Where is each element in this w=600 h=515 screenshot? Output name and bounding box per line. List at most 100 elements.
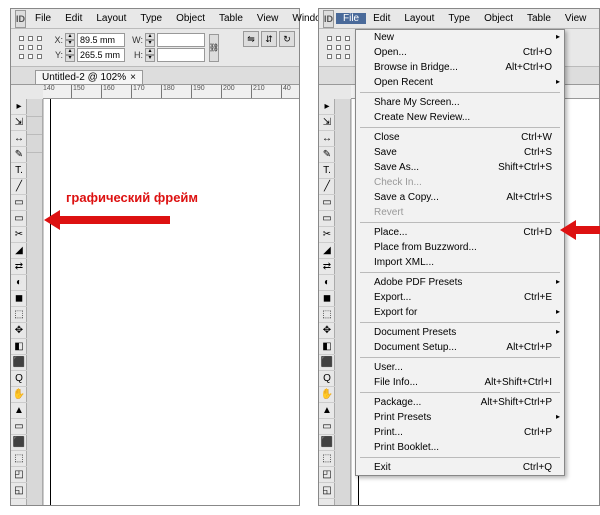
tool-18[interactable]: ✋ [11,387,27,403]
menu-item-package[interactable]: Package...Alt+Shift+Ctrl+P [356,395,564,410]
menu-item-exit[interactable]: ExitCtrl+Q [356,460,564,475]
tool-4[interactable]: T. [11,163,27,179]
tool-3[interactable]: ✎ [319,147,335,163]
menu-item-save-as[interactable]: Save As...Shift+Ctrl+S [356,160,564,175]
document-tab[interactable]: Untitled-2 @ 102% × [35,70,143,84]
y-stepper[interactable]: ▴▾ [65,48,75,62]
tool-7[interactable]: ▭ [11,211,27,227]
rotate-icon[interactable]: ↻ [279,31,295,47]
tool-22[interactable]: ⬚ [11,451,27,467]
tool-8[interactable]: ✂ [319,227,335,243]
menu-item-place-from-buzzword[interactable]: Place from Buzzword... [356,240,564,255]
menu-table[interactable]: Table [520,13,558,24]
tool-12[interactable]: ◼ [319,291,335,307]
menu-view[interactable]: View [558,13,594,24]
w-input[interactable] [157,33,205,47]
y-input[interactable] [77,48,125,62]
menu-table[interactable]: Table [212,13,250,24]
tool-6[interactable]: ▭ [319,195,335,211]
menu-item-close[interactable]: CloseCtrl+W [356,130,564,145]
w-stepper[interactable]: ▴▾ [145,33,155,47]
menu-item-print-presets[interactable]: Print Presets▸ [356,410,564,425]
tool-23[interactable]: ◰ [11,467,27,483]
menu-item-print[interactable]: Print...Ctrl+P [356,425,564,440]
mini-panel-icon[interactable] [27,99,42,117]
menu-layout[interactable]: Layout [397,13,441,24]
menu-winc[interactable]: Winc [593,13,600,24]
menu-item-browse-in-bridge[interactable]: Browse in Bridge...Alt+Ctrl+O [356,60,564,75]
menu-file[interactable]: File [28,13,58,24]
tool-14[interactable]: ✥ [11,323,27,339]
tool-5[interactable]: ╱ [11,179,27,195]
menu-item-adobe-pdf-presets[interactable]: Adobe PDF Presets▸ [356,275,564,290]
close-tab-icon[interactable]: × [130,72,136,83]
tool-20[interactable]: ▭ [319,419,335,435]
menu-type[interactable]: Type [133,13,169,24]
tool-4[interactable]: T. [319,163,335,179]
menu-object[interactable]: Object [477,13,520,24]
tool-19[interactable]: ▲ [11,403,27,419]
tool-9[interactable]: ◢ [11,243,27,259]
tool-5[interactable]: ╱ [319,179,335,195]
x-stepper[interactable]: ▴▾ [65,33,75,47]
menu-item-document-presets[interactable]: Document Presets▸ [356,325,564,340]
menu-item-share-my-screen[interactable]: Share My Screen... [356,95,564,110]
menu-item-print-booklet[interactable]: Print Booklet... [356,440,564,455]
tool-15[interactable]: ◧ [11,339,27,355]
mini-panel-icon[interactable] [27,135,42,153]
canvas[interactable] [43,99,299,505]
tool-24[interactable]: ◱ [319,483,335,499]
constrain-link-icon[interactable]: ⛓ [209,34,219,62]
menu-item-open-recent[interactable]: Open Recent▸ [356,75,564,90]
tool-17[interactable]: Q [319,371,335,387]
tool-6[interactable]: ▭ [11,195,27,211]
tool-14[interactable]: ✥ [319,323,335,339]
flip-h-icon[interactable]: ⇋ [243,31,259,47]
menu-item-export-for[interactable]: Export for▸ [356,305,564,320]
tool-16[interactable]: ⬛ [319,355,335,371]
menu-item-place[interactable]: Place...Ctrl+D [356,225,564,240]
tool-8[interactable]: ✂ [11,227,27,243]
tool-21[interactable]: ⬛ [319,435,335,451]
tool-20[interactable]: ▭ [11,419,27,435]
tool-2[interactable]: ↔ [11,131,27,147]
tool-16[interactable]: ⬛ [11,355,27,371]
menu-object[interactable]: Object [169,13,212,24]
menu-type[interactable]: Type [441,13,477,24]
tool-21[interactable]: ⬛ [11,435,27,451]
tool-0[interactable]: ▸ [11,99,27,115]
tool-9[interactable]: ◢ [319,243,335,259]
menu-item-open[interactable]: Open...Ctrl+O [356,45,564,60]
tool-11[interactable]: ◐ [319,275,335,291]
flip-v-icon[interactable]: ⇵ [261,31,277,47]
menu-item-save-a-copy[interactable]: Save a Copy...Alt+Ctrl+S [356,190,564,205]
mini-panel-icon[interactable] [27,117,42,135]
menu-item-new[interactable]: New▸ [356,30,564,45]
tool-23[interactable]: ◰ [319,467,335,483]
tool-13[interactable]: ⬚ [319,307,335,323]
menu-item-save[interactable]: SaveCtrl+S [356,145,564,160]
tool-1[interactable]: ⇲ [319,115,335,131]
menu-item-document-setup[interactable]: Document Setup...Alt+Ctrl+P [356,340,564,355]
tool-18[interactable]: ✋ [319,387,335,403]
tool-24[interactable]: ◱ [11,483,27,499]
menu-item-import-xml[interactable]: Import XML... [356,255,564,270]
menu-edit[interactable]: Edit [366,13,397,24]
tool-12[interactable]: ◼ [11,291,27,307]
tool-10[interactable]: ⇄ [11,259,27,275]
tool-19[interactable]: ▲ [319,403,335,419]
menu-file[interactable]: File [336,13,366,24]
tool-13[interactable]: ⬚ [11,307,27,323]
tool-10[interactable]: ⇄ [319,259,335,275]
menu-item-file-info[interactable]: File Info...Alt+Shift+Ctrl+I [356,375,564,390]
h-stepper[interactable]: ▴▾ [145,48,155,62]
reference-point-icon[interactable] [17,34,45,62]
tool-7[interactable]: ▭ [319,211,335,227]
tool-22[interactable]: ⬚ [319,451,335,467]
menu-view[interactable]: View [250,13,286,24]
tool-15[interactable]: ◧ [319,339,335,355]
tool-1[interactable]: ⇲ [11,115,27,131]
tool-3[interactable]: ✎ [11,147,27,163]
tool-2[interactable]: ↔ [319,131,335,147]
menu-layout[interactable]: Layout [89,13,133,24]
